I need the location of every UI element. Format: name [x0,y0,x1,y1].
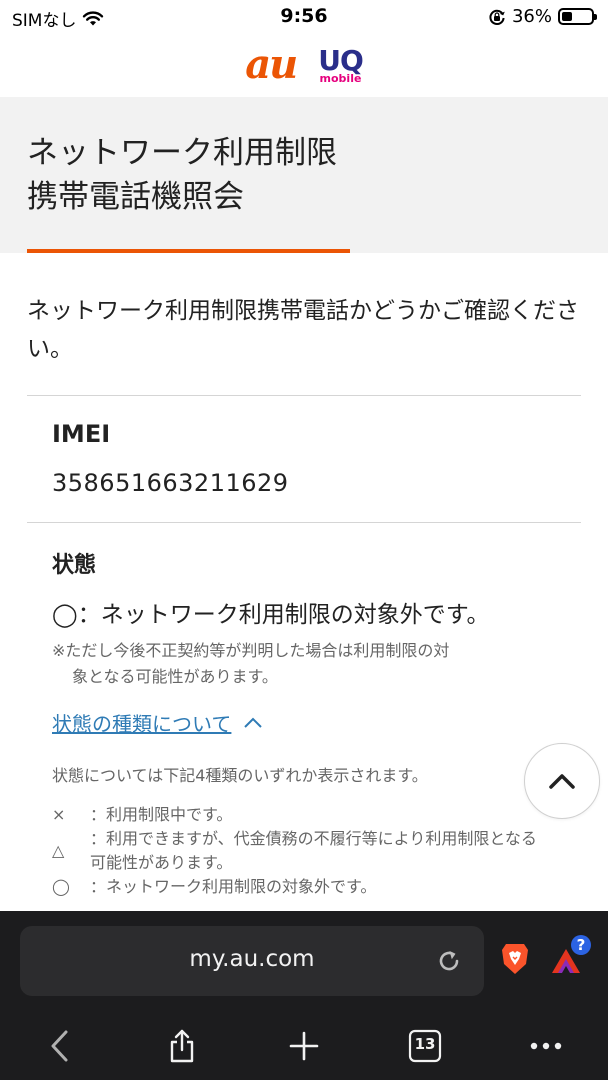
battery-fill [562,12,572,21]
imei-label: IMEI [52,420,111,448]
title-band: ネットワーク利用制限 携帯電話機照会 [0,97,608,253]
state-type-symbol: ◯ [52,877,70,896]
plus-icon [289,1031,319,1061]
title-underline [27,249,350,253]
share-icon [170,1029,194,1063]
tab-count: 13 [414,1035,436,1053]
brand-header: au UQ mobile [0,34,608,96]
battery-icon [558,8,597,25]
chevron-up-icon [244,717,263,728]
state-note-line1: ※ただし今後不正契約等が判明した場合は利用制限の対 [52,641,450,660]
address-bar[interactable]: my.au.com [20,926,484,996]
tabs-button[interactable]: 13 [400,1021,450,1071]
state-types-list: × ：利用制限中です。 △ ：利用できますが、代金債務の不履行等により利用制限と… [52,803,552,899]
uq-logo-subtext: mobile [319,71,362,85]
more-button[interactable] [521,1021,571,1071]
scroll-top-icon [549,774,575,789]
status-bar: SIMなし 9:56 36% [0,0,608,34]
more-icon [530,1042,562,1050]
uq-logo-text: UQ [318,43,364,77]
state-type-text: ：利用できますが、代金債務の不履行等により利用制限となる可能性があります。 [90,829,537,872]
uq-mobile-logo[interactable]: UQ mobile [318,43,364,85]
state-types-link[interactable]: 状態の種類について [52,708,263,737]
state-type-text: ：利用制限中です。 [90,805,233,824]
imei-value: 358651663211629 [52,469,289,497]
state-types-link-label: 状態の種類について [52,712,232,736]
page-title-line1: ネットワーク利用制限 [27,135,337,171]
intro-text: ネットワーク利用制限携帯電話かどうかご確認ください。 [27,298,579,362]
rewards-badge: ? [576,936,586,954]
share-button[interactable] [157,1021,207,1071]
browser-toolbar: my.au.com ? 13 [0,911,608,1080]
page-title: ネットワーク利用制限 携帯電話機照会 [27,131,337,219]
page-title-line2: 携帯電話機照会 [27,179,244,215]
state-type-symbol: △ [52,841,65,860]
state-type-text: ：ネットワーク利用制限の対象外です。 [90,877,377,896]
battery-percent: 36% [511,6,552,27]
state-types-description: 状態については下記4種類のいずれか表示されます。 [52,766,428,785]
state-type-item: ◯ ：ネットワーク利用制限の対象外です。 [52,875,552,899]
divider-middle [27,522,581,523]
state-value: ◯：ネットワーク利用制限の対象外です。 [52,602,490,628]
back-button[interactable] [35,1021,85,1071]
screen-lock-icon [489,9,505,25]
au-logo[interactable]: au [245,45,298,85]
url-text[interactable]: my.au.com [20,946,484,972]
brave-icon[interactable] [500,942,530,976]
state-type-item: × ：利用制限中です。 [52,803,552,827]
rewards-icon[interactable]: ? [548,935,592,983]
state-type-item: △ ：利用できますが、代金債務の不履行等により利用制限となる可能性があります。 [52,827,552,875]
state-label: 状態 [52,553,97,578]
state-note-line2: 象となる可能性があります。 [72,667,278,686]
reload-icon[interactable] [434,946,464,976]
browser-nav-row: 13 [0,1021,608,1071]
back-icon [51,1030,68,1062]
scroll-to-top-button[interactable] [524,743,600,819]
state-type-symbol: × [52,805,66,824]
status-right: 36% [488,6,597,27]
new-tab-button[interactable] [279,1021,329,1071]
divider-top [27,395,581,396]
state-note: ※ただし今後不正契約等が判明した場合は利用制限の対 象となる可能性があります。 [52,638,552,690]
